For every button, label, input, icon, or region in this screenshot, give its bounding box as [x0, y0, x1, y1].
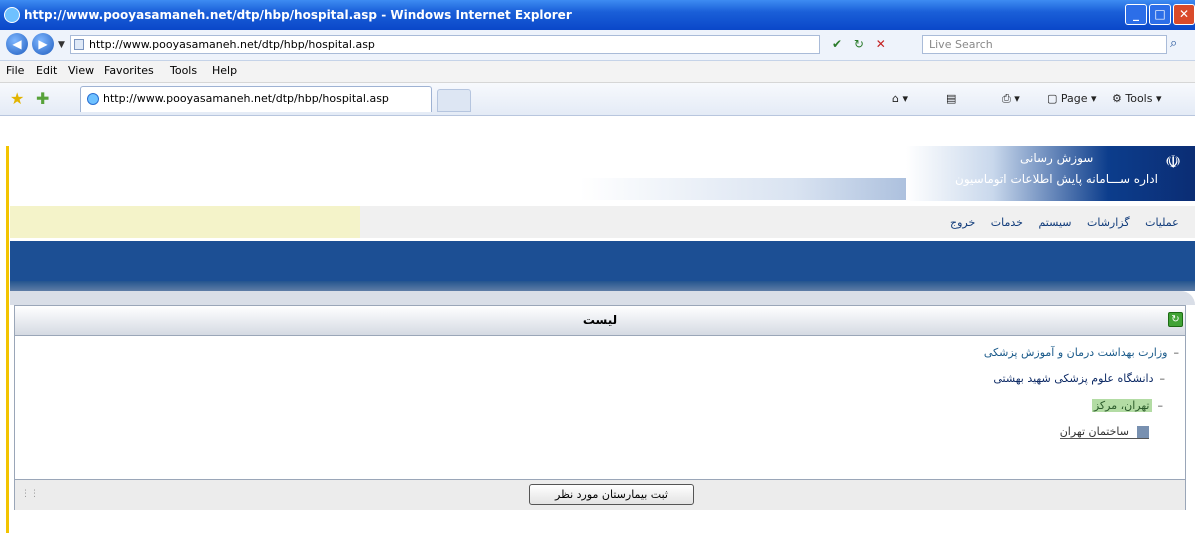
back-button[interactable]: ◀ — [6, 33, 28, 55]
ie-logo-icon — [4, 7, 20, 23]
tree-node-label: دانشگاه علوم پزشکی شهید بهشتی — [993, 372, 1154, 385]
tools-menu-label: Tools — [1125, 92, 1153, 105]
menu-favorites[interactable]: Favorites — [104, 64, 154, 77]
tree-node-label: وزارت بهداشت درمان و آموزش پزشکی — [983, 346, 1168, 359]
left-accent-line — [6, 146, 9, 533]
forward-button[interactable]: ▶ — [32, 33, 54, 55]
tab-favicon-icon — [87, 93, 99, 105]
menu-link-services[interactable]: خدمات — [991, 216, 1023, 229]
home-icon[interactable]: ⌂ ▾ — [892, 92, 908, 105]
address-toolbar: ◀ ▶ ▼ http://www.pooyasamaneh.net/dtp/hb… — [0, 30, 1195, 61]
panel-title: لیست — [582, 313, 618, 327]
menu-link-exit[interactable]: خروج — [950, 216, 975, 229]
recent-pages-dropdown[interactable]: ▼ — [58, 40, 65, 50]
menu-edit[interactable]: Edit — [36, 64, 57, 77]
favorites-toolbar: ★ ✚ http://www.pooyasamaneh.net/dtp/hbp/… — [0, 83, 1195, 116]
site-blue-bar-gradient — [10, 281, 1195, 291]
tree-node-tehran[interactable]: –تهران، مرکز — [1091, 399, 1163, 412]
add-favorite-icon[interactable]: ✚ — [36, 89, 49, 108]
site-blue-bar — [10, 241, 1195, 281]
tree-node-ministry[interactable]: –وزارت بهداشت درمان و آموزش پزشکی — [984, 346, 1179, 359]
list-panel: لیست ↻ –وزارت بهداشت درمان و آموزش پزشکی… — [14, 305, 1186, 510]
header-yellow-strip — [10, 206, 360, 238]
go-button[interactable]: ✔ — [832, 37, 842, 51]
search-icon[interactable]: ⌕ — [1170, 36, 1177, 51]
menu-link-system[interactable]: سیستم — [1038, 216, 1071, 229]
page-icon — [74, 39, 84, 50]
refresh-icon[interactable]: ↻ — [1168, 312, 1183, 327]
url-text: http://www.pooyasamaneh.net/dtp/hbp/hosp… — [89, 38, 375, 51]
menu-bar: File Edit View Favorites Tools Help — [0, 61, 1195, 83]
tab-title: http://www.pooyasamaneh.net/dtp/hbp/hosp… — [103, 92, 389, 105]
minimize-button[interactable]: _ — [1125, 4, 1147, 25]
submit-hospital-button[interactable]: ثبت بیمارستان مورد نظر — [529, 484, 694, 505]
tools-menu[interactable]: ⚙ Tools ▾ — [1112, 92, 1162, 105]
tree-node-building[interactable]: ساختمان تهران — [1059, 425, 1149, 439]
refresh-button[interactable]: ↻ — [854, 37, 864, 51]
tree-node-university[interactable]: –دانشگاه علوم پزشکی شهید بهشتی — [993, 372, 1165, 385]
hospital-icon — [1137, 426, 1149, 438]
panel-header: لیست ↻ — [15, 306, 1185, 336]
content-top-curve — [10, 291, 1195, 305]
window-title: http://www.pooyasamaneh.net/dtp/hbp/hosp… — [24, 8, 572, 22]
tree-node-label-selected: تهران، مرکز — [1091, 399, 1152, 412]
emblem-logo-icon: ☫ — [1165, 152, 1182, 173]
close-button[interactable]: ✕ — [1173, 4, 1195, 25]
resize-grip-icon[interactable]: ⋮⋮ — [21, 489, 39, 499]
favorites-star-icon[interactable]: ★ — [10, 89, 24, 108]
menu-link-operations[interactable]: عملیات — [1145, 216, 1179, 229]
feeds-icon[interactable]: ▤ — [946, 92, 956, 105]
browser-tab[interactable]: http://www.pooyasamaneh.net/dtp/hbp/hosp… — [80, 86, 432, 112]
menu-file[interactable]: File — [6, 64, 24, 77]
page-menu[interactable]: ▢ Page ▾ — [1047, 92, 1097, 105]
menu-tools[interactable]: Tools — [170, 64, 197, 77]
banner-title: سوزش رسانی — [1020, 151, 1094, 165]
new-tab-button[interactable] — [437, 89, 471, 112]
menu-view[interactable]: View — [68, 64, 94, 77]
print-icon[interactable]: ⎙ ▾ — [1002, 92, 1020, 106]
maximize-button[interactable]: □ — [1149, 4, 1171, 25]
tree-node-label: ساختمان تهران — [1059, 425, 1129, 438]
banner-sweep — [580, 178, 940, 200]
panel-footer: ⋮⋮ ثبت بیمارستان مورد نظر — [15, 479, 1185, 510]
page-menu-label: Page — [1060, 92, 1088, 105]
stop-button[interactable]: ✕ — [876, 37, 886, 51]
url-input[interactable]: http://www.pooyasamaneh.net/dtp/hbp/hosp… — [70, 35, 820, 54]
site-menu: عملیات گزارشات سیستم خدمات خروج — [938, 216, 1179, 229]
menu-help[interactable]: Help — [212, 64, 237, 77]
search-input[interactable]: Live Search — [922, 35, 1167, 54]
address-actions: ✔ ↻ ✕ — [832, 37, 886, 51]
window-titlebar: http://www.pooyasamaneh.net/dtp/hbp/hosp… — [0, 0, 1195, 30]
banner-subtitle: اداره ســـامانه پایش اطلاعات اتوماسیون — [955, 172, 1158, 186]
menu-link-reports[interactable]: گزارشات — [1087, 216, 1130, 229]
